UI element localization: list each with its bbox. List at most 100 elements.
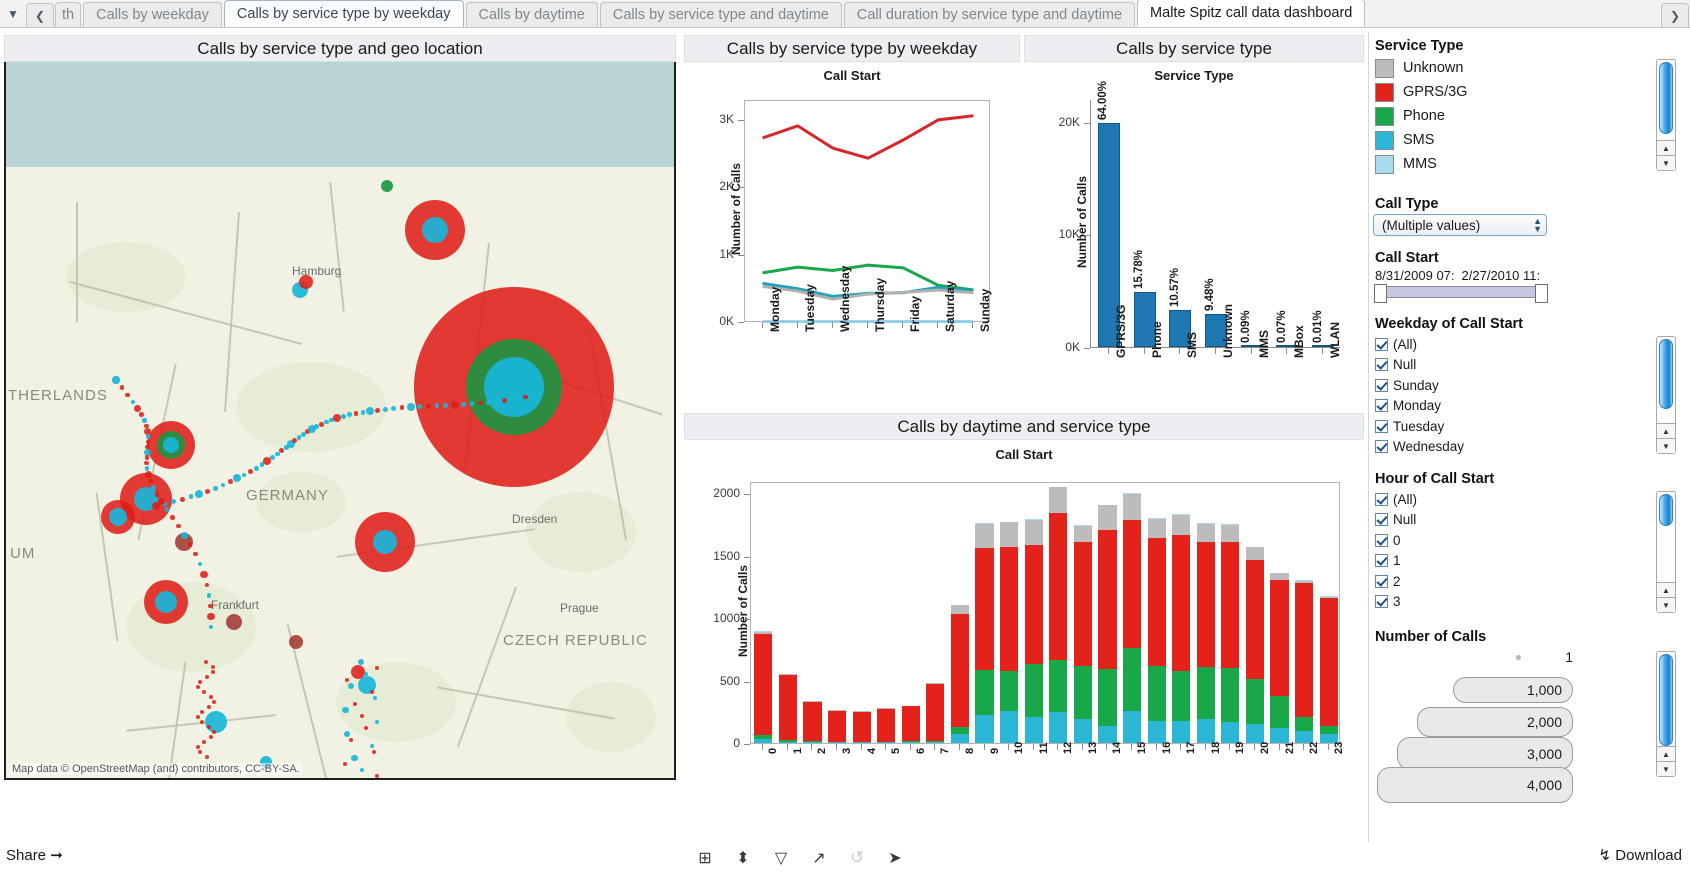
hour-option-all[interactable]: (All)	[1373, 489, 1682, 510]
weekday-option-null[interactable]: Null	[1373, 355, 1682, 376]
scrollbar-thumb[interactable]	[1659, 62, 1673, 134]
stacked-bar-hour-1[interactable]	[779, 674, 797, 743]
legend-item-unknown[interactable]: Unknown	[1373, 56, 1682, 80]
checkbox-checked-icon[interactable]	[1375, 493, 1388, 506]
hour-option-1[interactable]: 1	[1373, 551, 1682, 572]
trail2-point-2[interactable]	[125, 393, 129, 397]
tab-th[interactable]: th	[55, 2, 81, 27]
trail2-point-3[interactable]	[131, 400, 135, 404]
bubble-se-gprs[interactable]	[351, 665, 365, 679]
tab-next-button[interactable]: ❯	[1661, 3, 1689, 27]
legend-item-phone[interactable]: Phone	[1373, 104, 1682, 128]
stacked-bar-hour-18[interactable]	[1197, 523, 1215, 743]
tab-calls-by-weekday[interactable]: Calls by weekday	[83, 2, 222, 27]
bubble-north-sms[interactable]	[422, 217, 448, 243]
tab-call-duration-by-service-type-and-daytime[interactable]: Call duration by service type and daytim…	[844, 2, 1135, 27]
trail2-point-32[interactable]	[207, 613, 214, 620]
trail2-point-28[interactable]	[200, 571, 207, 578]
filter-sidebar[interactable]: Service Type UnknownGPRS/3GPhoneSMSMMS ▲…	[1368, 32, 1690, 842]
scroll-up-button[interactable]: ▲	[1657, 746, 1675, 761]
tab-prev-button[interactable]: ❮	[26, 3, 54, 27]
trail-point-7[interactable]	[213, 486, 218, 491]
scroll-down-button[interactable]: ▼	[1657, 761, 1675, 776]
call-start-slider-track[interactable]	[1385, 286, 1537, 298]
sort-icon[interactable]: ⬍	[732, 847, 754, 869]
pointer-icon[interactable]: ➤	[884, 847, 906, 869]
trail-point-6[interactable]	[205, 489, 210, 494]
scroll-up-button[interactable]: ▲	[1657, 423, 1675, 438]
checkbox-checked-icon[interactable]	[1375, 420, 1388, 433]
bubble-trail-b[interactable]	[289, 635, 303, 649]
checkbox-checked-icon[interactable]	[1375, 399, 1388, 412]
trail-point-52[interactable]	[509, 397, 514, 402]
filter-hour[interactable]: Hour of Call Start (All)Null0123 ▲ ▼	[1373, 471, 1682, 619]
stacked-bar-hour-17[interactable]	[1172, 514, 1190, 743]
checkbox-checked-icon[interactable]	[1375, 554, 1388, 567]
trail2-point-24[interactable]	[181, 532, 188, 539]
viz-toolbar[interactable]: ⊞⬍▽↗↺➤	[684, 842, 1364, 874]
trail3-point-6[interactable]	[373, 696, 377, 700]
trail3-point-16[interactable]	[351, 755, 357, 761]
stacked-bar-hour-11[interactable]	[1025, 519, 1043, 743]
trail-point-42[interactable]	[426, 404, 431, 409]
stacked-bar-hour-19[interactable]	[1221, 524, 1239, 743]
call-start-handle-left[interactable]	[1374, 284, 1387, 303]
revert-icon[interactable]: ↺	[846, 847, 868, 869]
filter-call-type[interactable]: Call Type (Multiple values) ▲▼	[1373, 196, 1682, 240]
stacked-bar-hour-5[interactable]	[877, 708, 895, 743]
hour-option-3[interactable]: 3	[1373, 592, 1682, 613]
weekday-option-all[interactable]: (All)	[1373, 334, 1682, 355]
trail-point-31[interactable]	[341, 414, 346, 419]
weekday-option-tuesday[interactable]: Tuesday	[1373, 416, 1682, 437]
trail4-point-4[interactable]	[198, 680, 202, 684]
trail-point-51[interactable]	[502, 398, 507, 403]
weekday-checkbox-list[interactable]: (All)NullSundayMondayTuesdayWednesday	[1373, 334, 1682, 457]
trail4-point-11[interactable]	[196, 715, 200, 719]
trail-point-40[interactable]	[407, 403, 415, 411]
legend-item-gprs3g[interactable]: GPRS/3G	[1373, 80, 1682, 104]
tab-calls-by-service-type-and-daytime[interactable]: Calls by service type and daytime	[600, 2, 842, 27]
trail4-point-1[interactable]	[211, 665, 215, 669]
scroll-up-button[interactable]: ▲	[1657, 140, 1675, 155]
trail4-point-12[interactable]	[200, 720, 204, 724]
trail4-point-14[interactable]	[212, 730, 216, 734]
checkbox-checked-icon[interactable]	[1375, 575, 1388, 588]
hour-option-0[interactable]: 0	[1373, 530, 1682, 551]
trail2-point-1[interactable]	[120, 385, 124, 389]
trail3-point-12[interactable]	[344, 731, 350, 737]
trail3-point-10[interactable]	[375, 720, 379, 724]
checkbox-checked-icon[interactable]	[1375, 379, 1388, 392]
bubble-mid-sms[interactable]	[373, 530, 397, 554]
call-start-handle-right[interactable]	[1535, 284, 1548, 303]
hour-scrollbar[interactable]: ▲ ▼	[1656, 491, 1676, 613]
trail2-point-4[interactable]	[134, 405, 141, 412]
trail4-point-0[interactable]	[204, 660, 208, 664]
trail2-point-18[interactable]	[151, 485, 155, 489]
checkbox-checked-icon[interactable]	[1375, 440, 1388, 453]
hour-option-null[interactable]: Null	[1373, 510, 1682, 531]
checkbox-checked-icon[interactable]	[1375, 358, 1388, 371]
filter-call-start[interactable]: Call Start 8/31/2009 07: 2/27/2010 11:	[1373, 250, 1682, 306]
trail2-point-13[interactable]	[145, 455, 149, 459]
stacked-bar-hour-3[interactable]	[828, 710, 846, 743]
tab-calls-by-daytime[interactable]: Calls by daytime	[466, 2, 598, 27]
trail2-point-0[interactable]	[112, 376, 119, 383]
trail-point-36[interactable]	[375, 408, 380, 413]
download-button[interactable]: ↯ Download	[1599, 846, 1682, 864]
checkbox-checked-icon[interactable]	[1375, 513, 1388, 526]
stacked-bar-hour-0[interactable]	[754, 631, 772, 743]
tab-malte-spitz-call-data-dashboard[interactable]: Malte Spitz call data dashboard	[1137, 0, 1365, 27]
stacked-bar-hour-6[interactable]	[902, 706, 920, 743]
trail4-point-8[interactable]	[212, 700, 216, 704]
trail-point-34[interactable]	[361, 410, 366, 415]
stacked-bar-hour-9[interactable]	[975, 523, 993, 743]
trail3-point-5[interactable]	[370, 690, 374, 694]
trail2-point-5[interactable]	[139, 412, 143, 416]
checkbox-checked-icon[interactable]	[1375, 595, 1388, 608]
trail-point-37[interactable]	[383, 407, 388, 412]
trail3-point-9[interactable]	[360, 714, 364, 718]
filter-service-type[interactable]: Service Type UnknownGPRS/3GPhoneSMSMMS ▲…	[1373, 38, 1682, 186]
bubble-baltic-phone[interactable]	[381, 180, 393, 192]
stacked-bar-hour-15[interactable]	[1123, 493, 1141, 743]
scroll-down-button[interactable]: ▼	[1657, 155, 1675, 170]
